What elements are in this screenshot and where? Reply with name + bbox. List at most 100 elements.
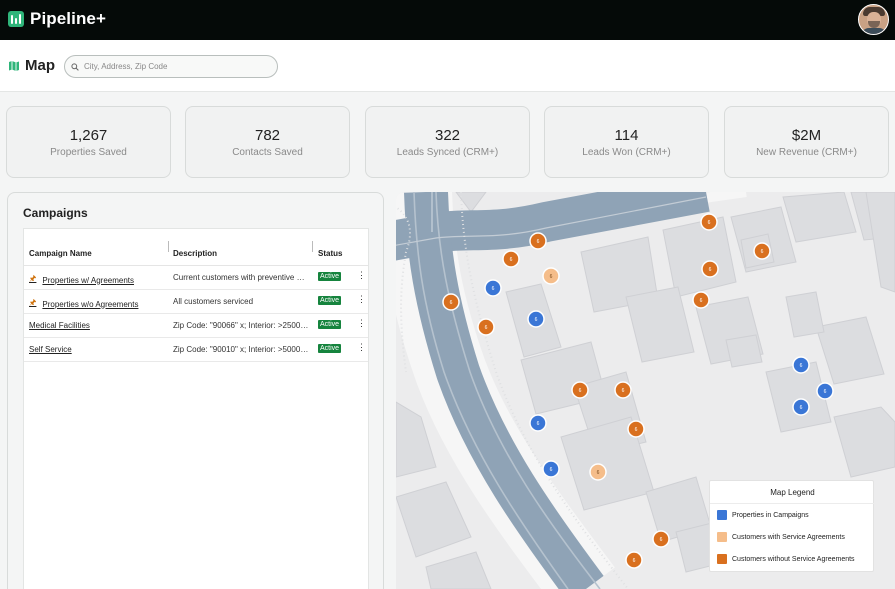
map-marker[interactable]: 6	[792, 356, 810, 374]
marker-label: 6	[708, 220, 711, 226]
map-marker[interactable]: 6	[692, 291, 710, 309]
marker-label: 6	[579, 388, 582, 394]
marker-label: 6	[633, 558, 636, 564]
stat-contacts-saved: 782 Contacts Saved	[185, 106, 350, 178]
marker-label: 6	[824, 389, 827, 395]
search-box[interactable]	[64, 55, 278, 78]
stat-leads-synced: 322 Leads Synced (CRM+)	[365, 106, 530, 178]
page-header: Map	[0, 40, 895, 92]
table-row[interactable]: Self Service Zip Code: "90010" x; Interi…	[24, 338, 368, 362]
stat-label: Properties Saved	[50, 147, 127, 158]
marker-label: 6	[800, 363, 803, 369]
campaigns-table: Campaign Name Description Status 🖈︎ Prope…	[23, 228, 369, 589]
column-header-campaign-name[interactable]: Campaign Name	[29, 249, 92, 258]
legend-swatch	[717, 554, 727, 564]
marker-label: 6	[450, 300, 453, 306]
map-marker[interactable]: 6	[484, 279, 502, 297]
campaign-name-link[interactable]: Self Service	[29, 345, 72, 354]
map-marker[interactable]: 6	[571, 381, 589, 399]
campaign-name-link[interactable]: 🖈︎ Properties w/o Agreements	[29, 297, 138, 311]
marker-label: 6	[485, 325, 488, 331]
map-marker[interactable]: 6	[627, 420, 645, 438]
marker-label: 6	[550, 274, 553, 280]
map-legend: Map Legend Properties in Campaigns Custo…	[709, 480, 875, 572]
map-marker[interactable]: 6	[701, 260, 719, 278]
legend-label: Properties in Campaigns	[732, 511, 809, 519]
campaign-description: Zip Code: "90066" x; Interior: >2500 sq …	[173, 321, 309, 330]
search-input[interactable]	[84, 62, 264, 71]
campaign-name[interactable]: Medical Facilities	[29, 321, 90, 330]
marker-label: 6	[535, 317, 538, 323]
row-menu-icon[interactable]: ⋮	[357, 319, 366, 328]
pin-icon[interactable]: 🖈︎	[29, 297, 36, 311]
map-marker[interactable]: 6	[542, 267, 560, 285]
marker-label: 6	[800, 405, 803, 411]
status-badge: Active	[318, 296, 342, 305]
map-marker[interactable]: 6	[529, 414, 547, 432]
top-bar: Pipeline+	[0, 0, 895, 40]
campaign-name-link[interactable]: 🖈︎ Properties w/ Agreements	[29, 273, 134, 287]
page-title-text: Map	[25, 57, 55, 74]
table-row[interactable]: 🖈︎ Properties w/ Agreements Current custo…	[24, 266, 368, 290]
stat-properties-saved: 1,267 Properties Saved	[6, 106, 171, 178]
marker-label: 6	[537, 421, 540, 427]
legend-item-campaigns: Properties in Campaigns	[717, 510, 809, 520]
column-header-description[interactable]: Description	[173, 249, 217, 258]
map-marker[interactable]: 6	[792, 398, 810, 416]
campaign-description: All customers serviced	[173, 297, 254, 306]
campaign-description: Zip Code: "90010" x; Interior: >5000 sq …	[173, 345, 309, 354]
map-marker[interactable]: 6	[700, 213, 718, 231]
map-marker[interactable]: 6	[477, 318, 495, 336]
map-marker[interactable]: 6	[589, 463, 607, 481]
campaign-name[interactable]: Self Service	[29, 345, 72, 354]
legend-swatch	[717, 532, 727, 542]
map-icon	[9, 60, 19, 71]
map-marker[interactable]: 6	[502, 250, 520, 268]
legend-title: Map Legend	[770, 488, 815, 497]
app-name: Pipeline+	[30, 9, 107, 28]
table-header: Campaign Name Description Status	[24, 229, 368, 266]
legend-swatch	[717, 510, 727, 520]
map-marker[interactable]: 6	[816, 382, 834, 400]
marker-label: 6	[597, 470, 600, 476]
stat-value: 782	[254, 127, 281, 144]
stat-label: Contacts Saved	[232, 147, 303, 158]
stat-label: Leads Synced (CRM+)	[396, 147, 499, 158]
map-marker[interactable]: 6	[625, 551, 643, 569]
marker-label: 6	[709, 267, 712, 273]
map-marker[interactable]: 6	[542, 460, 560, 478]
map-marker[interactable]: 6	[529, 232, 547, 250]
user-avatar[interactable]	[858, 4, 889, 35]
campaign-name-link[interactable]: Medical Facilities	[29, 321, 90, 330]
table-row[interactable]: Medical Facilities Zip Code: "90066" x; …	[24, 314, 368, 338]
marker-label: 6	[510, 257, 513, 263]
stat-leads-won: 114 Leads Won (CRM+)	[544, 106, 709, 178]
map-marker[interactable]: 6	[527, 310, 545, 328]
legend-label: Customers with Service Agreements	[732, 533, 845, 541]
marker-label: 6	[622, 388, 625, 394]
stat-value: 1,267	[69, 127, 108, 144]
campaign-name[interactable]: Properties w/o Agreements	[42, 300, 138, 309]
table-row[interactable]: 🖈︎ Properties w/o Agreements All customer…	[24, 290, 368, 314]
column-divider[interactable]	[312, 241, 313, 252]
map-marker[interactable]: 6	[442, 293, 460, 311]
brand[interactable]: Pipeline+	[8, 9, 106, 29]
map-marker[interactable]: 6	[652, 530, 670, 548]
pin-icon[interactable]: 🖈︎	[29, 273, 36, 287]
column-header-status[interactable]: Status	[318, 249, 342, 258]
row-menu-icon[interactable]: ⋮	[357, 271, 366, 280]
map-marker[interactable]: 6	[753, 242, 771, 260]
row-menu-icon[interactable]: ⋮	[357, 343, 366, 352]
legend-item-with-agreements: Customers with Service Agreements	[717, 532, 845, 542]
campaign-name[interactable]: Properties w/ Agreements	[42, 276, 134, 285]
marker-label: 6	[492, 286, 495, 292]
column-divider[interactable]	[168, 241, 169, 252]
campaigns-panel: Campaigns Campaign Name Description Stat…	[7, 192, 384, 589]
row-menu-icon[interactable]: ⋮	[357, 295, 366, 304]
stat-label: New Revenue (CRM+)	[756, 147, 857, 158]
marker-label: 6	[660, 537, 663, 543]
legend-item-without-agreements: Customers without Service Agreements	[717, 554, 855, 564]
stat-value: 114	[614, 127, 639, 144]
map-marker[interactable]: 6	[614, 381, 632, 399]
status-badge: Active	[318, 344, 342, 353]
